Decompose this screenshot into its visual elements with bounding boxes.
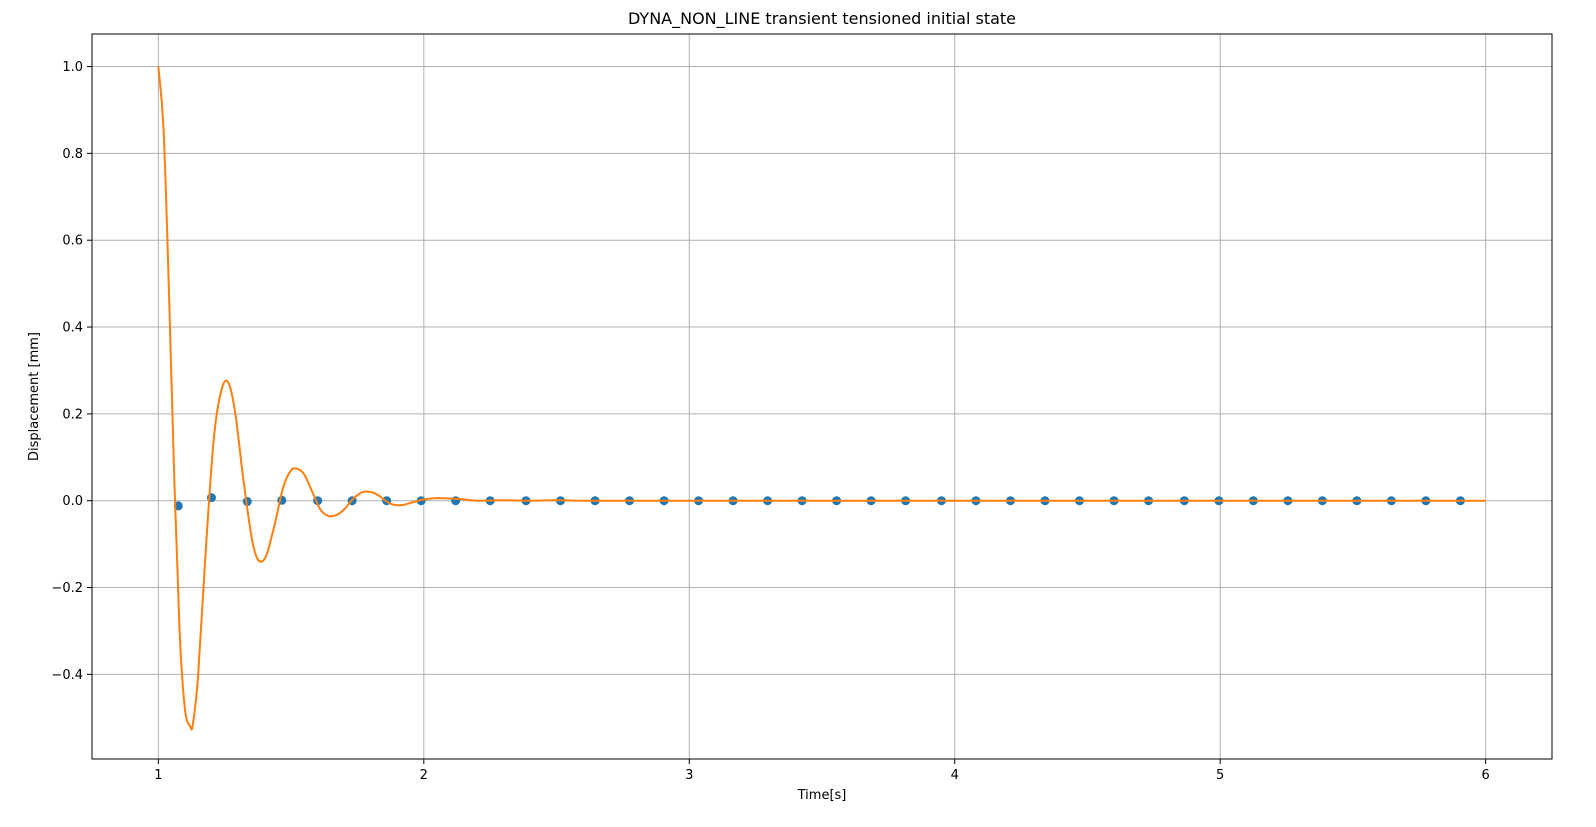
- x-axis-label: Time[s]: [797, 788, 847, 803]
- x-tick-label: 1: [154, 768, 162, 783]
- x-tick-label: 5: [1216, 768, 1224, 783]
- y-tick-label: −0.4: [51, 668, 83, 683]
- y-tick-label: 0.8: [62, 147, 83, 162]
- y-tick-label: 0.2: [62, 407, 83, 422]
- x-tick-label: 6: [1481, 768, 1489, 783]
- y-tick-label: −0.2: [51, 581, 83, 596]
- x-tick-label: 2: [420, 768, 428, 783]
- chart-canvas: 1 2 3 4 5 6 −0.4 −0.2 0.0 0.2 0.4 0.6 0.8 1.0 DYNA_NO…: [0, 0, 1596, 827]
- y-tick-label: 0.4: [62, 321, 83, 336]
- x-tick-label: 3: [685, 768, 693, 783]
- y-tick-label: 1.0: [62, 60, 83, 75]
- y-axis-label: Displacement [mm]: [27, 332, 42, 461]
- y-tick-label: 0.0: [62, 494, 83, 509]
- scatter-point: [451, 496, 461, 506]
- chart-title: DYNA_NON_LINE transient tensioned initia…: [628, 9, 1016, 29]
- y-tick-label: 0.6: [62, 234, 83, 249]
- x-tick-label: 4: [951, 768, 959, 783]
